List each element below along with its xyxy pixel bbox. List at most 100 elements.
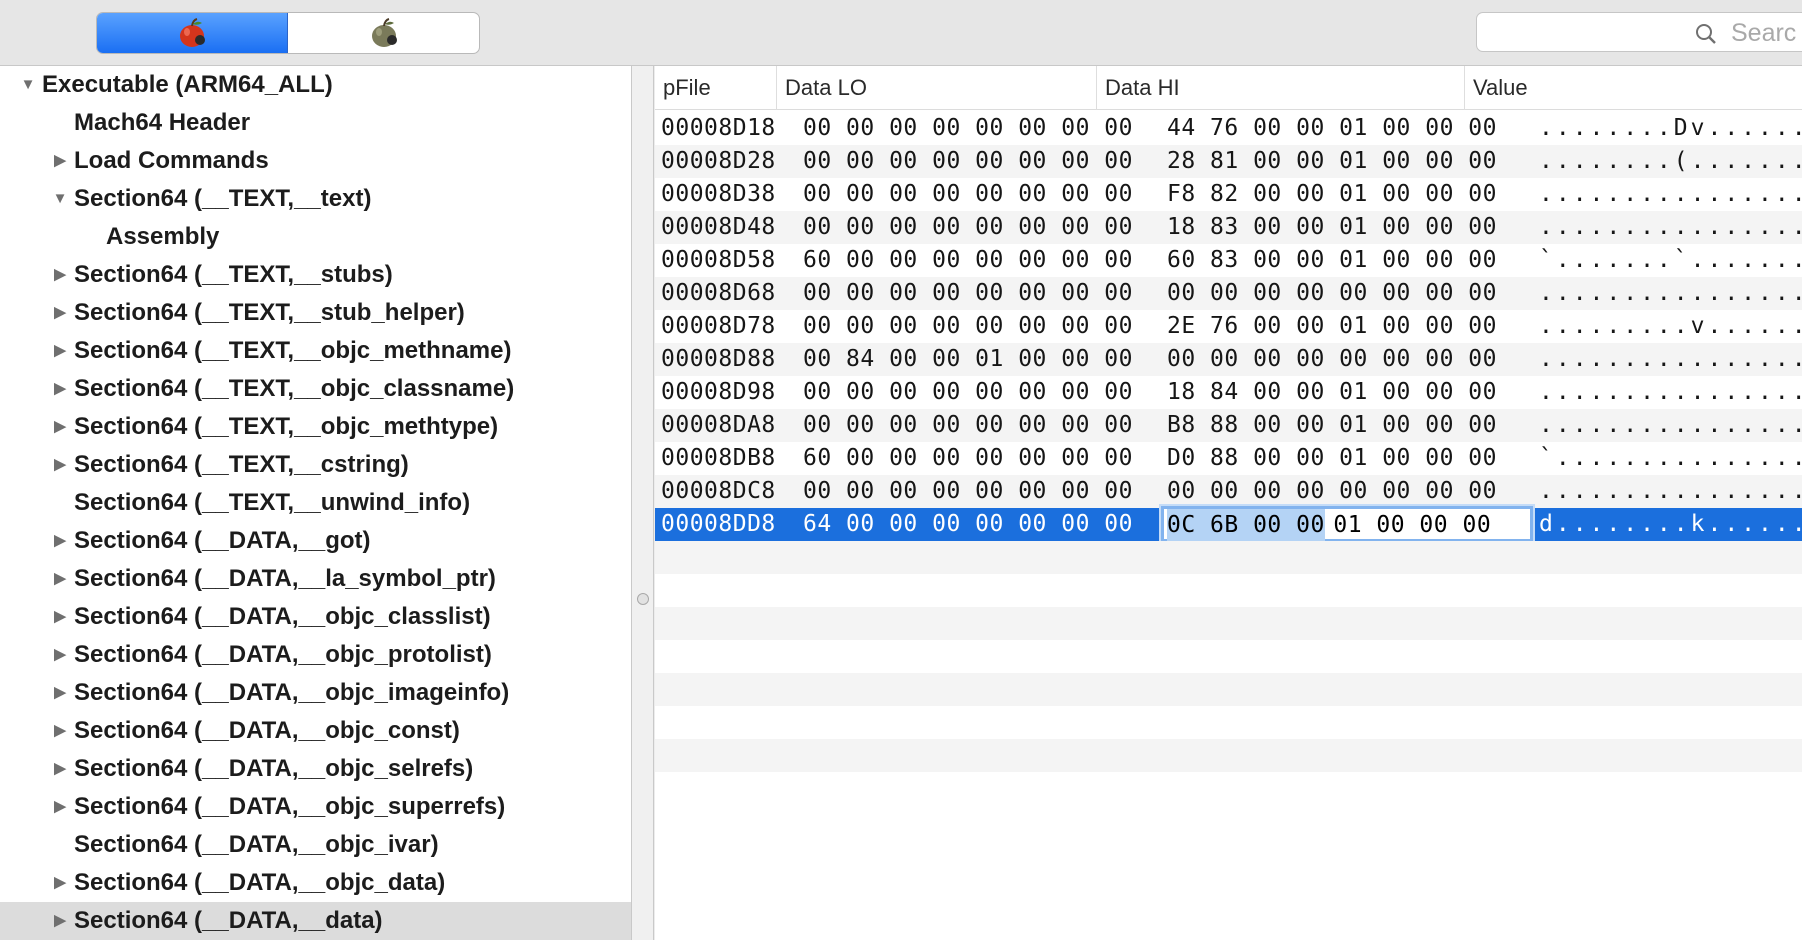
tree-item[interactable]: Mach64 Header [0, 104, 631, 142]
data-lo-cell: 00 00 00 00 00 00 00 00 [803, 412, 1133, 438]
tree-item-label: Section64 (__TEXT,__text) [74, 185, 372, 212]
view-segmented-control[interactable] [96, 12, 480, 54]
column-header-value[interactable]: Value [1465, 66, 1802, 110]
tree-item[interactable]: ▶ Section64 (__TEXT,__objc_classname) [0, 370, 631, 408]
hex-table: pFile Data LO Data HI Value 00008D18 00 0… [655, 66, 1802, 940]
table-row[interactable]: 00008D38 00 00 00 00 00 00 00 00 F8 82 00 … [655, 178, 1802, 211]
empty-table-row [655, 739, 1802, 772]
tree-item-label: Section64 (__TEXT,__stubs) [74, 261, 393, 288]
tree-item-label: Section64 (__DATA,__la_symbol_ptr) [74, 565, 496, 592]
pfile-cell: 00008D38 [661, 181, 776, 207]
data-hi-edit-field[interactable]: 0C 6B 00 00 01 00 00 00 [1161, 506, 1533, 542]
disclosure-expanded-icon[interactable]: ▼ [52, 191, 68, 207]
table-row[interactable]: 00008DB8 60 00 00 00 00 00 00 00 D0 88 00 … [655, 442, 1802, 475]
data-hi-cell: F8 82 00 00 01 00 00 00 [1167, 181, 1497, 207]
disclosure-collapsed-icon[interactable]: ▶ [52, 685, 68, 701]
disclosure-collapsed-icon[interactable]: ▶ [52, 305, 68, 321]
disclosure-collapsed-icon[interactable]: ▶ [52, 533, 68, 549]
tree-item-label: Mach64 Header [74, 109, 251, 136]
split-view-divider[interactable] [632, 66, 654, 940]
tree-item[interactable]: Section64 (__DATA,__objc_ivar) [0, 826, 631, 864]
tree-item[interactable]: ▶ Section64 (__TEXT,__objc_methname) [0, 332, 631, 370]
pfile-cell: 00008DA8 [661, 412, 776, 438]
disclosure-collapsed-icon[interactable]: ▶ [52, 381, 68, 397]
value-cell: ................ [1539, 181, 1802, 207]
data-lo-cell: 60 00 00 00 00 00 00 00 [803, 445, 1133, 471]
disclosure-collapsed-icon[interactable]: ▶ [52, 875, 68, 891]
tree-item[interactable]: ▶ Section64 (__TEXT,__stub_helper) [0, 294, 631, 332]
empty-table-row [655, 574, 1802, 607]
data-lo-cell: 60 00 00 00 00 00 00 00 [803, 247, 1133, 273]
data-hi-cell: 18 83 00 00 01 00 00 00 [1167, 214, 1497, 240]
table-row[interactable]: 00008D58 60 00 00 00 00 00 00 00 60 83 00 … [655, 244, 1802, 277]
disclosure-collapsed-icon[interactable]: ▶ [52, 647, 68, 663]
tree-item[interactable]: ▶ Section64 (__TEXT,__stubs) [0, 256, 631, 294]
disclosure-collapsed-icon[interactable]: ▶ [52, 457, 68, 473]
tree-item[interactable]: Section64 (__TEXT,__unwind_info) [0, 484, 631, 522]
tree-item-label: Section64 (__DATA,__objc_protolist) [74, 641, 492, 668]
table-row[interactable]: 00008D78 00 00 00 00 00 00 00 00 2E 76 00 … [655, 310, 1802, 343]
tree-item[interactable]: Assembly [0, 218, 631, 256]
disclosure-collapsed-icon[interactable]: ▶ [52, 571, 68, 587]
tree-item[interactable]: ▶ Section64 (__DATA,__objc_protolist) [0, 636, 631, 674]
value-cell: d........k...... [1539, 511, 1802, 537]
data-lo-cell: 00 00 00 00 00 00 00 00 [803, 313, 1133, 339]
data-lo-cell: 00 00 00 00 00 00 00 00 [803, 214, 1133, 240]
tree-item[interactable]: ▶ Section64 (__DATA,__data) [0, 902, 631, 940]
column-header-pfile[interactable]: pFile [655, 66, 777, 110]
disclosure-collapsed-icon[interactable]: ▶ [52, 761, 68, 777]
disclosure-collapsed-icon[interactable]: ▶ [52, 419, 68, 435]
table-row[interactable]: 00008D28 00 00 00 00 00 00 00 00 28 81 00 … [655, 145, 1802, 178]
data-hi-remaining-bytes: 01 00 00 00 [1319, 512, 1492, 538]
disclosure-collapsed-icon[interactable]: ▶ [52, 343, 68, 359]
table-row[interactable]: 00008DD8 64 00 00 00 00 00 00 00 0C 6B 00 … [655, 506, 1802, 542]
tree-item-label: Section64 (__TEXT,__stub_helper) [74, 299, 465, 326]
pfile-cell: 00008D28 [661, 148, 776, 174]
disclosure-collapsed-icon[interactable]: ▶ [52, 267, 68, 283]
tree-item[interactable]: ▶ Section64 (__TEXT,__cstring) [0, 446, 631, 484]
data-lo-cell: 64 00 00 00 00 00 00 00 [803, 511, 1133, 537]
table-row[interactable]: 00008D48 00 00 00 00 00 00 00 00 18 83 00 … [655, 211, 1802, 244]
tree-item[interactable]: ▼ Section64 (__TEXT,__text) [0, 180, 631, 218]
empty-table-row [655, 640, 1802, 673]
divider-handle-icon[interactable] [637, 593, 649, 605]
tree-item[interactable]: ▶ Section64 (__DATA,__objc_superrefs) [0, 788, 631, 826]
tree-item[interactable]: ▶ Section64 (__DATA,__objc_imageinfo) [0, 674, 631, 712]
value-cell: ................ [1539, 214, 1802, 240]
disclosure-collapsed-icon[interactable]: ▶ [52, 723, 68, 739]
search-field[interactable]: Searc [1476, 12, 1802, 52]
tree-item[interactable]: ▶ Section64 (__DATA,__objc_data) [0, 864, 631, 902]
empty-table-row [655, 607, 1802, 640]
disclosure-collapsed-icon[interactable]: ▶ [52, 153, 68, 169]
table-row[interactable]: 00008D68 00 00 00 00 00 00 00 00 00 00 00 … [655, 277, 1802, 310]
tree-item[interactable]: ▶ Section64 (__DATA,__objc_selrefs) [0, 750, 631, 788]
toolbar: Searc [0, 0, 1802, 66]
disclosure-collapsed-icon[interactable]: ▶ [52, 609, 68, 625]
table-row[interactable]: 00008DC8 00 00 00 00 00 00 00 00 00 00 00 … [655, 475, 1802, 508]
table-row[interactable]: 00008D88 00 84 00 00 01 00 00 00 00 00 00 … [655, 343, 1802, 376]
tree-item[interactable]: ▼ Executable (ARM64_ALL) [0, 66, 631, 104]
pfile-cell: 00008D18 [661, 115, 776, 141]
data-hi-cell: 28 81 00 00 01 00 00 00 [1167, 148, 1497, 174]
empty-table-row [655, 772, 1802, 805]
pfile-cell: 00008D98 [661, 379, 776, 405]
tree-item[interactable]: ▶ Section64 (__DATA,__la_symbol_ptr) [0, 560, 631, 598]
tree-item[interactable]: ▶ Section64 (__DATA,__objc_const) [0, 712, 631, 750]
column-header-data-hi[interactable]: Data HI [1097, 66, 1465, 110]
disclosure-collapsed-icon[interactable]: ▶ [52, 799, 68, 815]
data-lo-cell: 00 00 00 00 00 00 00 00 [803, 181, 1133, 207]
segment-red-apple[interactable] [97, 13, 288, 53]
table-row[interactable]: 00008D18 00 00 00 00 00 00 00 00 44 76 00 … [655, 112, 1802, 145]
table-row[interactable]: 00008DA8 00 00 00 00 00 00 00 00 B8 88 00 … [655, 409, 1802, 442]
tree-item-label: Section64 (__DATA,__objc_imageinfo) [74, 679, 510, 706]
disclosure-expanded-icon[interactable]: ▼ [20, 77, 36, 93]
tree-item[interactable]: ▶ Section64 (__DATA,__got) [0, 522, 631, 560]
table-row[interactable]: 00008D98 00 00 00 00 00 00 00 00 18 84 00 … [655, 376, 1802, 409]
tree-item[interactable]: ▶ Section64 (__DATA,__objc_classlist) [0, 598, 631, 636]
disclosure-collapsed-icon[interactable]: ▶ [52, 913, 68, 929]
tree-item[interactable]: ▶ Load Commands [0, 142, 631, 180]
segment-gray-apple[interactable] [288, 13, 479, 53]
column-header-data-lo[interactable]: Data LO [777, 66, 1097, 110]
tree-item[interactable]: ▶ Section64 (__TEXT,__objc_methtype) [0, 408, 631, 446]
pfile-cell: 00008DB8 [661, 445, 776, 471]
